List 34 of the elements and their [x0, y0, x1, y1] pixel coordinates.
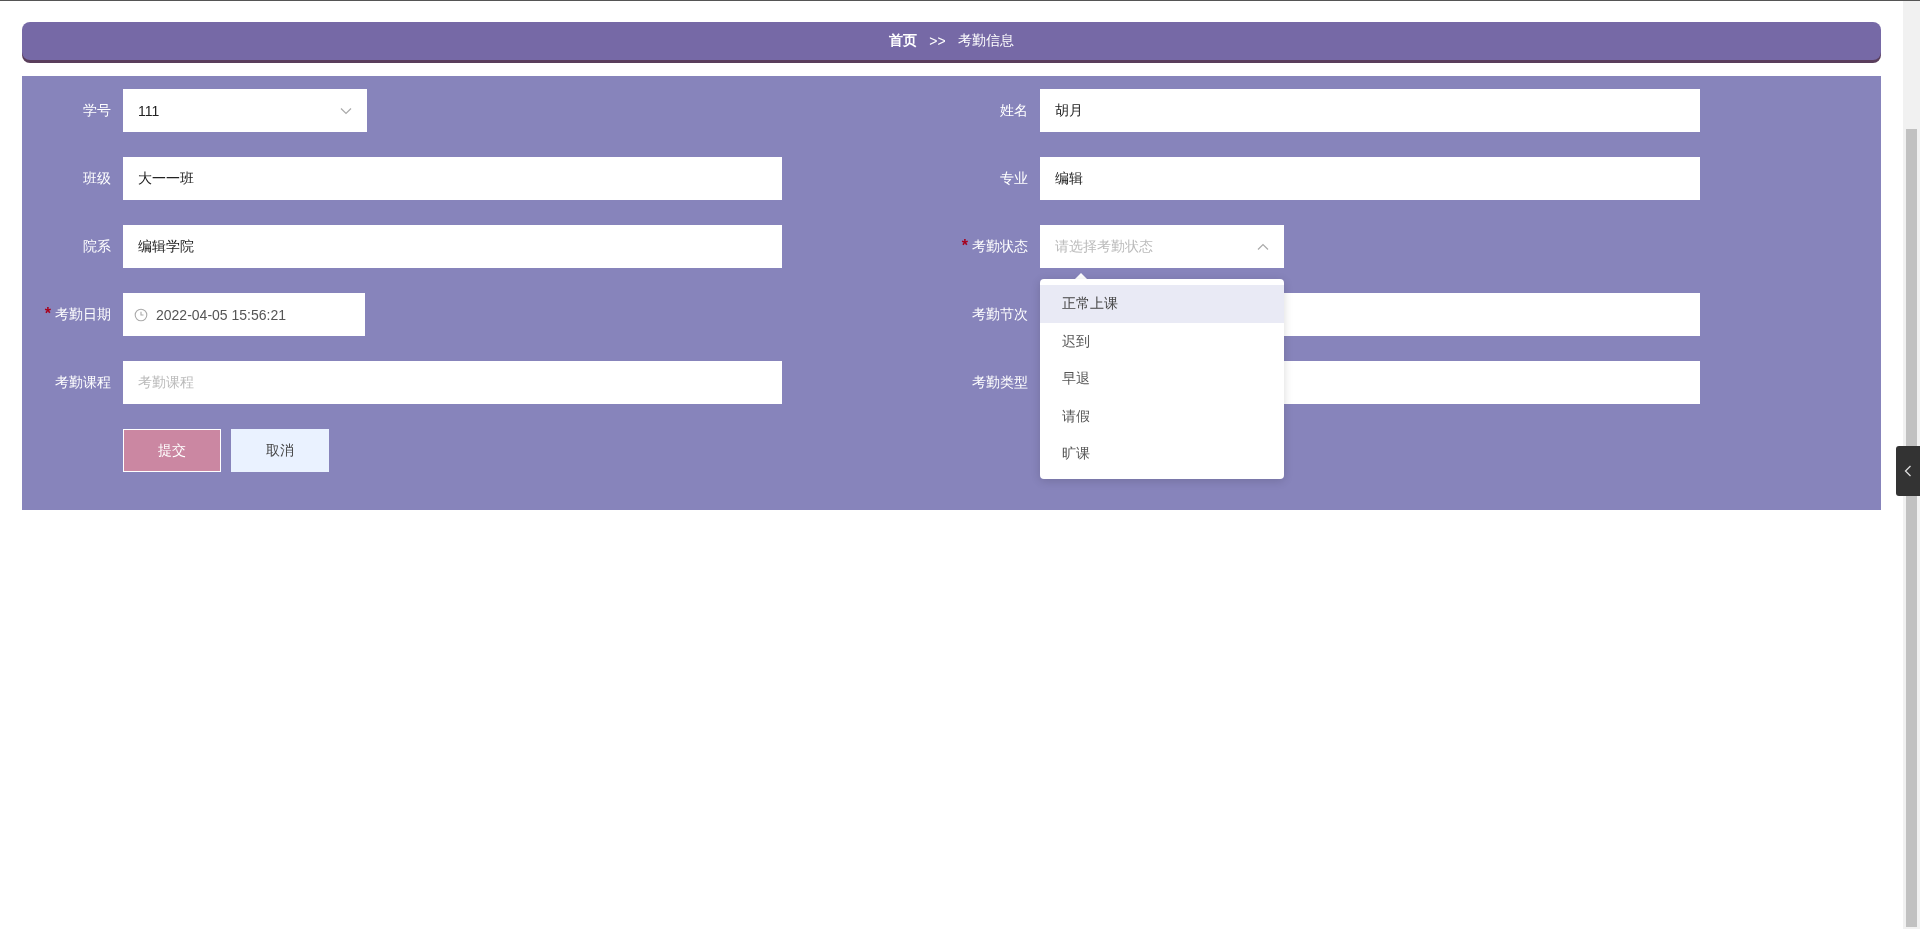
input-field[interactable]: 大一一班	[123, 157, 782, 200]
breadcrumb-current: 考勤信息	[957, 32, 1014, 50]
field-label: 考勤类型	[972, 373, 1028, 392]
field-label: 学号	[83, 101, 111, 120]
select-placeholder: 请选择考勤状态	[1055, 237, 1153, 256]
field-label: 考勤课程	[55, 373, 111, 392]
field-label: * 考勤日期	[44, 305, 111, 324]
chevron-up-icon	[1257, 242, 1269, 251]
select-field[interactable]: 111	[123, 89, 367, 132]
dropdown-option[interactable]: 早退	[1040, 360, 1284, 398]
input-field[interactable]: 编辑	[1040, 157, 1700, 200]
field-label: 院系	[83, 237, 111, 256]
date-time-value: 2022-04-05 15:56:21	[156, 306, 286, 323]
scrollbar[interactable]	[1903, 1, 1920, 929]
field-label: 考勤节次	[972, 305, 1028, 324]
side-panel-toggle[interactable]	[1896, 446, 1920, 496]
date-time-field[interactable]: 2022-04-05 15:56:21	[123, 293, 365, 336]
chevron-left-icon	[1904, 465, 1912, 477]
dropdown-option[interactable]: 请假	[1040, 397, 1284, 435]
breadcrumb-separator: >>	[929, 33, 946, 49]
field-label: * 考勤状态	[961, 237, 1028, 256]
breadcrumb-home-link[interactable]: 首页	[889, 32, 918, 50]
input-field[interactable]: 胡月	[1040, 89, 1700, 132]
field-label: 专业	[1000, 169, 1028, 188]
select-value: 111	[138, 102, 160, 119]
dropdown-option[interactable]: 迟到	[1040, 322, 1284, 360]
clock-icon	[134, 307, 148, 322]
field-label: 班级	[83, 169, 111, 188]
field-label: 姓名	[1000, 101, 1028, 120]
cancel-button[interactable]: 取消	[231, 429, 329, 472]
dropdown-option[interactable]: 旷课	[1040, 435, 1284, 473]
chevron-down-icon	[340, 106, 352, 115]
dropdown-option[interactable]: 正常上课	[1040, 285, 1284, 323]
input-field[interactable]: 编辑学院	[123, 225, 782, 268]
